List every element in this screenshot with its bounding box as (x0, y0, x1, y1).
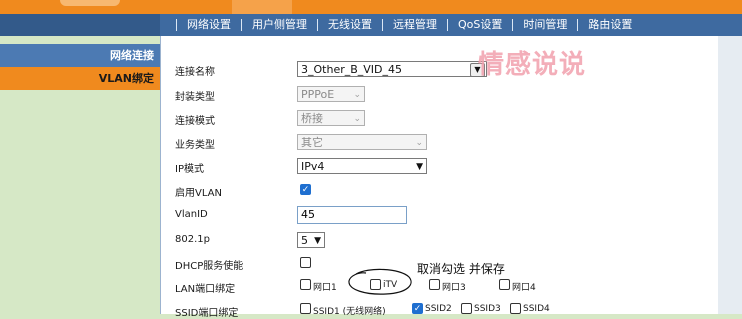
ssid4-checkbox[interactable] (510, 303, 521, 314)
chevron-down-icon: ⌄ (353, 114, 361, 124)
subnav-item-time[interactable]: 时间管理 (512, 19, 577, 31)
encapsulation-value: PPPoE (301, 88, 335, 101)
connection-name-value: 3_Other_B_VID_45 (301, 63, 403, 76)
lan-port1-checkbox[interactable] (300, 279, 311, 290)
sidebar-item-vlan-binding[interactable]: VLAN绑定 (0, 67, 160, 90)
lan-port1-label: 网口1 (313, 283, 337, 293)
encapsulation-label: 封装类型 (175, 92, 215, 103)
dhcp-checkbox[interactable] (300, 257, 311, 268)
enable-vlan-label: 启用VLAN (175, 188, 222, 199)
subnav-item-wireless[interactable]: 无线设置 (317, 19, 382, 31)
connection-mode-select[interactable]: 桥接 ⌄ (297, 110, 365, 126)
subnav-item-qos[interactable]: QoS设置 (447, 19, 512, 31)
sidebar-header (0, 14, 160, 36)
ssid4-label: SSID4 (523, 304, 550, 314)
chevron-down-icon: ▼ (416, 162, 423, 172)
watermark-text: 情感说说 (478, 50, 587, 80)
ssid-binding-label: SSID端口绑定 (175, 308, 239, 319)
encapsulation-select[interactable]: PPPoE ⌄ (297, 86, 365, 102)
service-type-value: 其它 (301, 136, 323, 149)
subnav-item-network[interactable]: 网络设置 (176, 19, 241, 31)
chevron-down-icon: ▼ (314, 236, 321, 246)
connection-name-select[interactable]: 3_Other_B_VID_45 ▼ (297, 61, 487, 77)
top-logo-fragment (60, 0, 120, 6)
lan-port4-label: 网口4 (512, 283, 536, 293)
ip-mode-value: IPv4 (301, 160, 325, 173)
right-scroll-area[interactable] (718, 36, 742, 314)
vlan-id-label: VlanID (175, 209, 208, 220)
annotation-circle (348, 268, 412, 295)
lan-port3-checkbox[interactable] (429, 279, 440, 290)
lan-port4-checkbox[interactable] (499, 279, 510, 290)
ssid1-label: SSID1 (无线网络) (313, 307, 386, 317)
chevron-down-icon: ⌄ (415, 138, 423, 148)
sidebar-item-network-connection[interactable]: 网络连接 (0, 44, 160, 67)
top-active-tab[interactable] (232, 0, 292, 14)
service-type-select[interactable]: 其它 ⌄ (297, 134, 427, 150)
dot1p-select[interactable]: 5 ▼ (297, 232, 325, 248)
ssid3-label: SSID3 (474, 304, 501, 314)
chevron-down-icon: ⌄ (353, 90, 361, 100)
dot1p-label: 802.1p (175, 234, 210, 245)
subnav-item-user-side[interactable]: 用户侧管理 (241, 19, 317, 31)
service-type-label: 业务类型 (175, 140, 215, 151)
ip-mode-select[interactable]: IPv4 ▼ (297, 158, 427, 174)
vlan-id-input[interactable]: 45 (297, 206, 407, 224)
ssid3-checkbox[interactable] (461, 303, 472, 314)
connection-name-label: 连接名称 (175, 67, 215, 78)
connection-mode-label: 连接模式 (175, 116, 215, 127)
lan-binding-label: LAN端口绑定 (175, 284, 236, 295)
ssid2-label: SSID2 (425, 304, 452, 314)
dhcp-label: DHCP服务使能 (175, 261, 244, 272)
ssid1-checkbox[interactable] (300, 303, 311, 314)
dot1p-value: 5 (301, 234, 308, 247)
annotation-text: 取消勾选 并保存 (417, 262, 505, 276)
sub-navigation: 网络设置 用户侧管理 无线设置 远程管理 QoS设置 时间管理 路由设置 (160, 14, 742, 36)
lan-port3-label: 网口3 (442, 283, 466, 293)
subnav-item-remote[interactable]: 远程管理 (382, 19, 447, 31)
ssid2-checkbox[interactable]: ✓ (412, 303, 423, 314)
sidebar: 网络连接 VLAN绑定 (0, 44, 160, 90)
ip-mode-label: IP模式 (175, 164, 204, 175)
enable-vlan-checkbox[interactable]: ✓ (300, 184, 311, 195)
connection-mode-value: 桥接 (301, 112, 323, 125)
subnav-item-route[interactable]: 路由设置 (577, 19, 642, 31)
